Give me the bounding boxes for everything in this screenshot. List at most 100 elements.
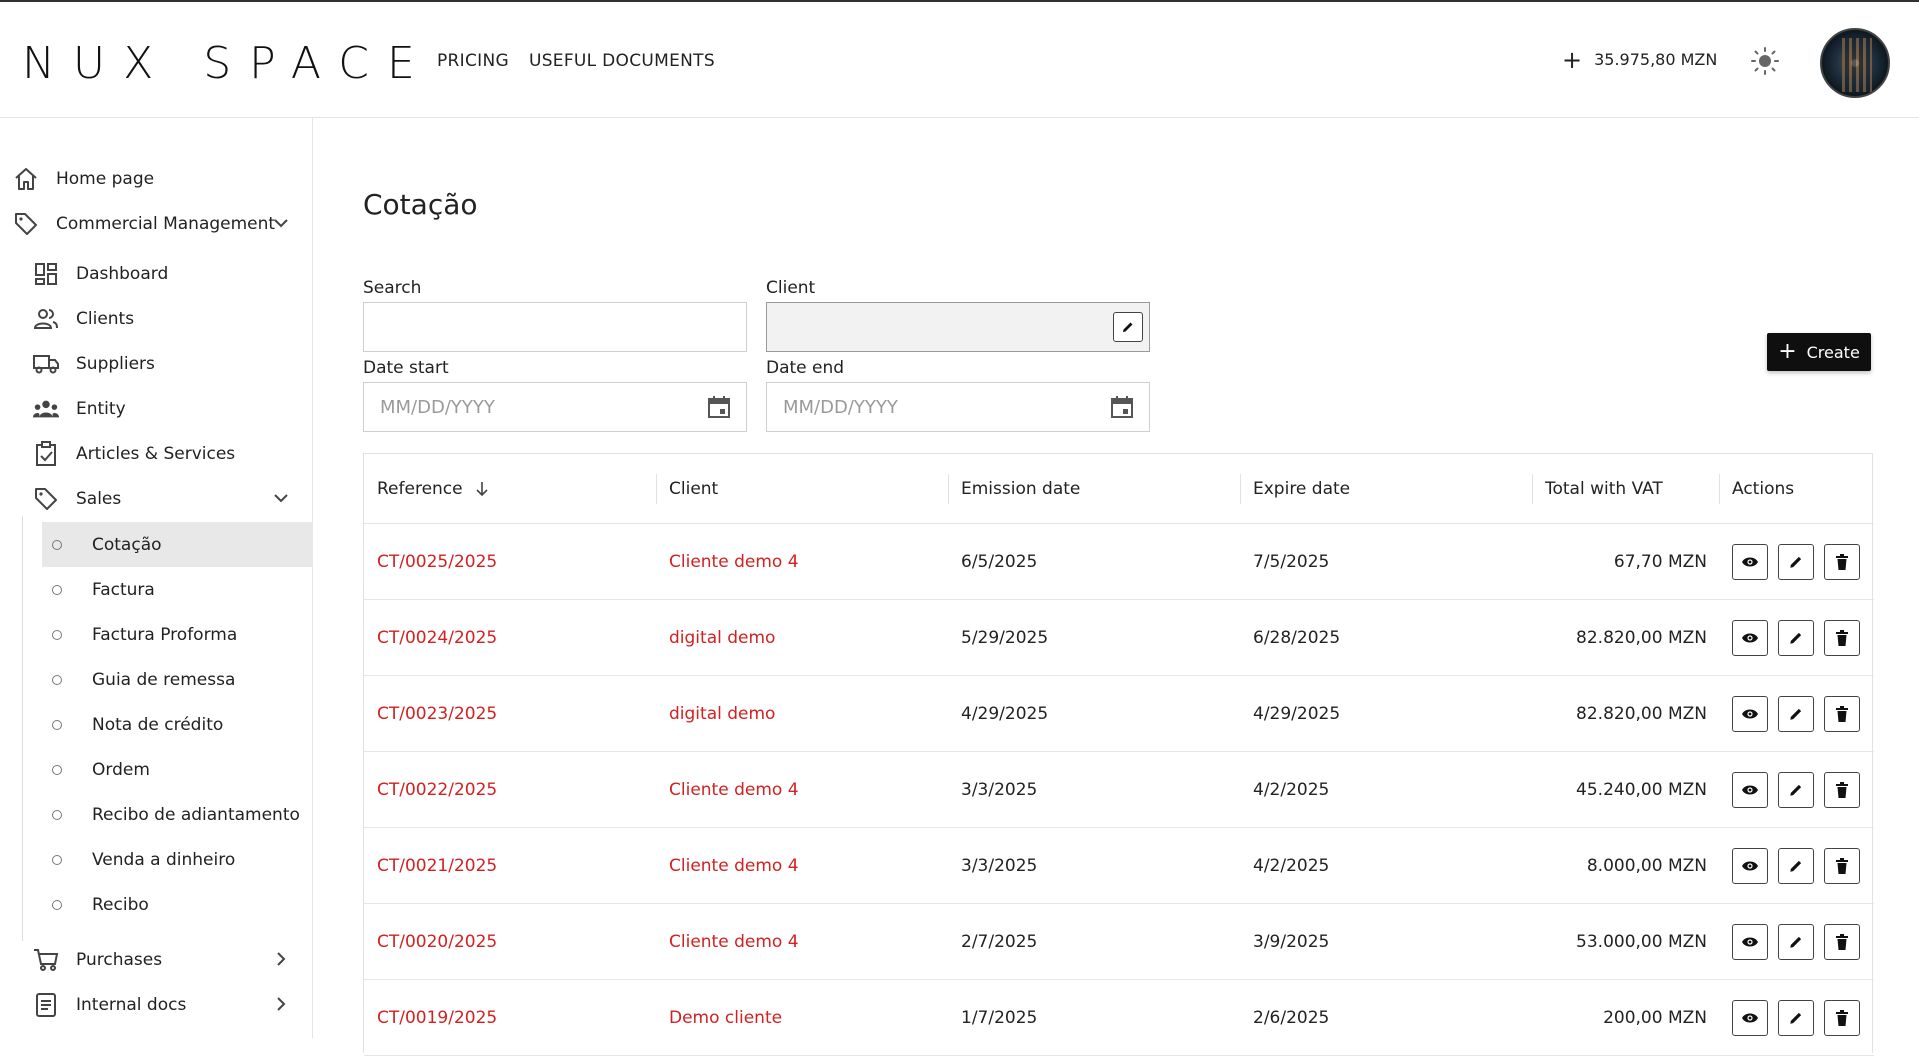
useful-documents-link[interactable]: USEFUL DOCUMENTS [529,51,715,71]
sidebar-subitem-label: Guia de remessa [92,669,236,690]
user-avatar[interactable] [1820,28,1890,98]
plus-icon[interactable]: + [1562,48,1582,72]
circle-icon [52,809,62,820]
cell-reference[interactable]: CT/0024/2025 [377,600,497,676]
delete-button[interactable] [1824,848,1860,884]
table-row[interactable]: CT/0022/2025 Cliente demo 4 3/3/2025 4/2… [364,752,1874,828]
cell-reference[interactable]: CT/0019/2025 [377,980,497,1056]
edit-button[interactable] [1778,772,1814,808]
cell-client[interactable]: Cliente demo 4 [669,524,799,600]
search-input[interactable] [363,302,747,352]
document-icon [32,991,60,1019]
sidebar-subitem-cotacao[interactable]: Cotação [42,522,313,567]
view-button[interactable] [1732,772,1768,808]
edit-button[interactable] [1778,848,1814,884]
chevron-right-icon[interactable] [271,994,291,1014]
brand-logo[interactable]: NUX SPACE [22,38,433,89]
edit-button[interactable] [1778,544,1814,580]
edit-button[interactable] [1778,924,1814,960]
pricing-link[interactable]: PRICING [437,51,509,71]
sidebar-item-home[interactable]: Home page [0,156,313,201]
chevron-down-icon[interactable] [271,488,291,508]
truck-icon [32,350,60,378]
trash-icon [1836,934,1848,950]
date-start-input[interactable]: MM/DD/YYYY [363,382,747,432]
delete-button[interactable] [1824,1000,1860,1036]
sidebar-subitem-nota-de-credito[interactable]: Nota de crédito [42,702,313,747]
cell-client[interactable]: Cliente demo 4 [669,752,799,828]
sidebar-item-articles-services[interactable]: Articles & Services [0,431,313,476]
sidebar-subitem-recibo[interactable]: Recibo [42,882,313,927]
sidebar-item-internal-docs[interactable]: Internal docs [0,982,313,1027]
delete-button[interactable] [1824,544,1860,580]
sidebar-item-sales[interactable]: Sales [0,476,313,521]
chevron-down-icon[interactable] [271,213,291,233]
sidebar-subitem-factura[interactable]: Factura [42,567,313,612]
sidebar-item-label: Clients [76,308,135,329]
sidebar-subitem-venda-a-dinheiro[interactable]: Venda a dinheiro [42,837,313,882]
top-bar: NUX SPACE PRICING USEFUL DOCUMENTS + 35.… [0,0,1919,118]
table-row[interactable]: CT/0019/2025 Demo cliente 1/7/2025 2/6/2… [364,980,1874,1056]
chevron-right-icon[interactable] [271,949,291,969]
edit-button[interactable] [1778,1000,1814,1036]
view-button[interactable] [1732,1000,1768,1036]
delete-button[interactable] [1824,696,1860,732]
column-header-expire-date[interactable]: Expire date [1253,454,1350,524]
edit-button[interactable] [1778,696,1814,732]
delete-button[interactable] [1824,772,1860,808]
column-header-reference[interactable]: Reference [377,454,491,524]
column-header-total-with-vat[interactable]: Total with VAT [1545,454,1663,524]
sidebar-item-label: Articles & Services [76,443,236,464]
table-row[interactable]: CT/0020/2025 Cliente demo 4 2/7/2025 3/9… [364,904,1874,980]
cell-reference[interactable]: CT/0020/2025 [377,904,497,980]
sidebar-item-commercial-management[interactable]: Commercial Management [0,201,313,246]
cell-client[interactable]: digital demo [669,676,775,752]
clipboard-check-icon [32,440,60,468]
table-row[interactable]: CT/0024/2025 digital demo 5/29/2025 6/28… [364,600,1874,676]
date-end-input[interactable]: MM/DD/YYYY [766,382,1150,432]
create-button[interactable]: + Create [1767,333,1871,371]
column-header-emission-date[interactable]: Emission date [961,454,1080,524]
cell-reference[interactable]: CT/0021/2025 [377,828,497,904]
delete-button[interactable] [1824,924,1860,960]
cell-reference[interactable]: CT/0025/2025 [377,524,497,600]
calendar-icon[interactable] [1109,394,1135,420]
sidebar-item-suppliers[interactable]: Suppliers [0,341,313,386]
view-button[interactable] [1732,620,1768,656]
sidebar-subitem-recibo-de-adiantamento[interactable]: Recibo de adiantamento [42,792,313,837]
cell-expire-date: 4/29/2025 [1253,704,1341,724]
sidebar-subitem-guia-de-remessa[interactable]: Guia de remessa [42,657,313,702]
sidebar-item-dashboard[interactable]: Dashboard [0,251,313,296]
client-label: Client [766,278,816,298]
sidebar-item-entity[interactable]: Entity [0,386,313,431]
table-row[interactable]: CT/0025/2025 Cliente demo 4 6/5/2025 7/5… [364,524,1874,600]
sidebar-item-clients[interactable]: Clients [0,296,313,341]
calendar-icon[interactable] [706,394,732,420]
cell-reference[interactable]: CT/0022/2025 [377,752,497,828]
pencil-icon [1790,860,1802,872]
sun-icon[interactable] [1750,46,1780,76]
arrow-down-icon[interactable] [473,480,491,498]
cell-client[interactable]: Demo cliente [669,980,782,1056]
edit-button[interactable] [1778,620,1814,656]
cell-reference[interactable]: CT/0023/2025 [377,676,497,752]
cell-client[interactable]: digital demo [669,600,775,676]
delete-button[interactable] [1824,620,1860,656]
table-row[interactable]: CT/0023/2025 digital demo 4/29/2025 4/29… [364,676,1874,752]
column-separator [1532,474,1533,504]
edit-client-button[interactable] [1113,312,1143,342]
sidebar-subitem-ordem[interactable]: Ordem [42,747,313,792]
view-button[interactable] [1732,544,1768,580]
cell-client[interactable]: Cliente demo 4 [669,828,799,904]
sidebar-subitem-factura-proforma[interactable]: Factura Proforma [42,612,313,657]
balance-widget[interactable]: + 35.975,80 MZN [1562,48,1717,72]
table-row[interactable]: CT/0021/2025 Cliente demo 4 3/3/2025 4/2… [364,828,1874,904]
view-button[interactable] [1732,696,1768,732]
column-header-client[interactable]: Client [669,454,718,524]
client-field[interactable] [766,302,1150,352]
sidebar-item-purchases[interactable]: Purchases [0,937,313,982]
view-button[interactable] [1732,924,1768,960]
cell-client[interactable]: Cliente demo 4 [669,904,799,980]
cell-total: 82.820,00 MZN [1576,628,1707,648]
view-button[interactable] [1732,848,1768,884]
